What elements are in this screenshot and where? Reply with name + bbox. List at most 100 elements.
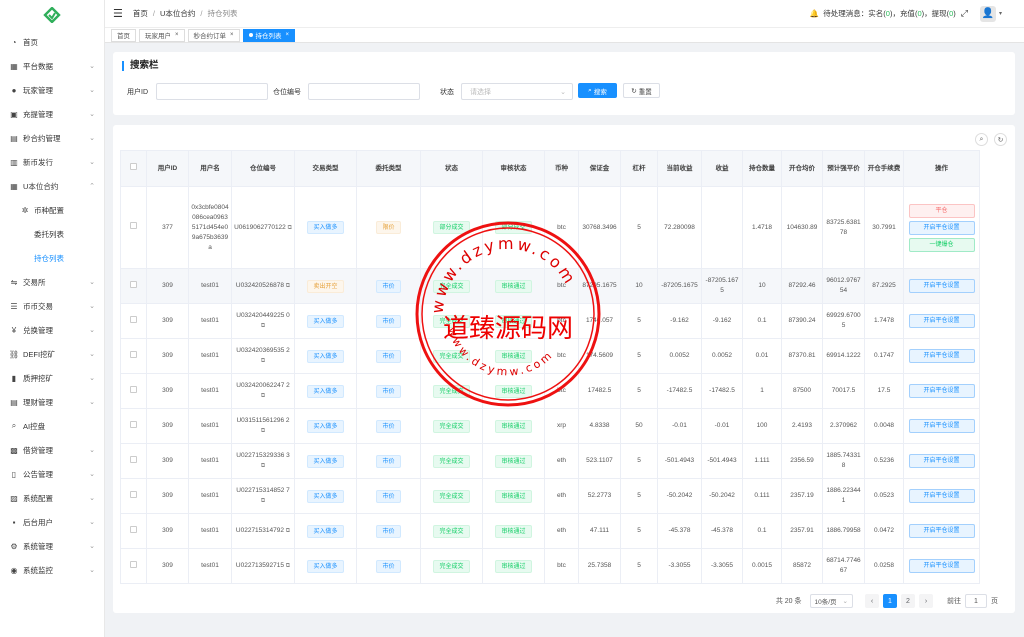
sidebar-item-8[interactable]: 委托列表 — [0, 222, 104, 246]
row-checkbox[interactable] — [130, 490, 137, 498]
action-button-0[interactable]: 开启平仓设置 — [908, 489, 975, 503]
row-checkbox[interactable] — [130, 420, 137, 428]
next-page-button[interactable]: › — [919, 594, 933, 608]
page-1-button[interactable]: 1 — [883, 594, 897, 608]
copy-icon[interactable]: ⧉ — [261, 428, 265, 434]
sidebar-item-1[interactable]: ▦ 平台数据 ⌄ — [0, 54, 104, 78]
prev-page-button[interactable]: ‹ — [865, 594, 879, 608]
action-button-0[interactable]: 开启平仓设置 — [908, 454, 975, 468]
fullscreen-icon[interactable]: ⤢ — [961, 8, 968, 19]
sidebar-item-11[interactable]: ☰ 币币交易 ⌄ — [0, 294, 104, 318]
search-button[interactable]: ⌕ 搜索 — [578, 83, 617, 98]
action-button-0[interactable]: 平仓 — [908, 203, 975, 218]
status-select[interactable]: 请选择 ⌄ — [461, 83, 573, 100]
action-button-0[interactable]: 开启平仓设置 — [908, 279, 975, 293]
position-no-cell: U032420449225 0 ⧉ — [231, 303, 295, 339]
avatar-caret-icon[interactable]: ▾ — [999, 10, 1002, 17]
close-icon[interactable]: × — [286, 32, 290, 38]
row-checkbox[interactable] — [130, 455, 137, 463]
status-tag: 完全成交 — [433, 419, 470, 433]
sidebar-item-0[interactable]: ◔ 首页 — [0, 30, 104, 54]
notify-recharge[interactable]: 充值(0) — [900, 8, 924, 19]
entrust-type-tag: 市价 — [376, 384, 401, 398]
copy-icon[interactable]: ⧉ — [286, 528, 290, 534]
refresh-icon[interactable]: ↻ — [994, 133, 1007, 146]
sidebar-item-9[interactable]: 持仓列表 — [0, 246, 104, 270]
row-checkbox[interactable] — [130, 222, 137, 229]
copy-icon[interactable]: ⧉ — [261, 463, 265, 469]
bell-icon[interactable]: 🔔 — [810, 9, 819, 18]
user-id-input[interactable] — [156, 83, 268, 100]
sidebar-item-3[interactable]: ▣ 充提管理 ⌄ — [0, 102, 104, 126]
sidebar-item-16[interactable]: ⌕ AI控盘 — [0, 414, 104, 438]
row-checkbox[interactable] — [130, 315, 137, 323]
row-checkbox[interactable] — [130, 560, 137, 568]
sidebar-item-19[interactable]: ▨ 系统配置 ⌄ — [0, 486, 104, 510]
action-button-2[interactable]: 一键爆仓 — [908, 237, 975, 252]
notify-real-name[interactable]: 实名(0) — [868, 8, 892, 19]
copy-icon[interactable]: ⧉ — [288, 225, 292, 231]
goto-page-input[interactable]: 1 — [965, 594, 987, 608]
reset-button[interactable]: ↻ 重置 — [623, 83, 660, 98]
sidebar-item-10[interactable]: ⇋ 交易所 ⌄ — [0, 270, 104, 294]
audit-tag: 审核通过 — [495, 489, 532, 503]
action-button-0[interactable]: 开启平仓设置 — [908, 384, 975, 398]
row-checkbox[interactable] — [130, 385, 137, 393]
page-size-select[interactable]: 10条/页 ⌄ — [809, 594, 853, 608]
logo-icon — [43, 7, 61, 23]
status-cell: 完全成交 — [420, 373, 483, 409]
sidebar-item-22[interactable]: ◉ 系统监控 ⌄ — [0, 558, 104, 582]
copy-icon[interactable]: ⧉ — [261, 498, 265, 504]
sidebar-item-21[interactable]: ⚙ 系统管理 ⌄ — [0, 534, 104, 558]
row-checkbox[interactable] — [130, 525, 137, 533]
tab-2[interactable]: 秒合约订单 × — [187, 28, 240, 42]
table-row: 309 test01 U032420449225 0 ⧉ 买入做多 市价 完全成交 审核通过… — [120, 303, 980, 339]
audit-cell: 审核通过 — [482, 338, 545, 374]
notify-label: 待处理消息： — [823, 9, 869, 18]
tab-1[interactable]: 玩家用户 × — [139, 28, 185, 42]
tab-3[interactable]: 持仓列表 × — [242, 28, 296, 42]
row-checkbox[interactable] — [130, 280, 137, 288]
sidebar-item-18[interactable]: ▯ 公告管理 ⌄ — [0, 462, 104, 486]
audit-tag: 审核通过 — [495, 384, 532, 398]
sidebar-item-20[interactable]: ▪ 后台用户 ⌄ — [0, 510, 104, 534]
action-button-1[interactable]: 开启平仓设置 — [908, 220, 975, 235]
sidebar-item-6[interactable]: ▦ U本位合约 ⌃ — [0, 174, 104, 198]
tab-0[interactable]: 首页 — [111, 28, 136, 42]
hamburger-icon[interactable]: ☰ — [113, 7, 123, 20]
sidebar-item-13[interactable]: ⛓ DEFI挖矿 ⌄ — [0, 342, 104, 366]
position-no-input[interactable] — [308, 83, 420, 100]
sidebar-item-17[interactable]: ▩ 借贷管理 ⌄ — [0, 438, 104, 462]
copy-icon[interactable]: ⧉ — [261, 358, 265, 364]
action-button-0[interactable]: 开启平仓设置 — [908, 349, 975, 363]
breadcrumb-current: 持仓列表 — [207, 9, 238, 18]
copy-icon[interactable]: ⧉ — [286, 563, 290, 569]
action-button-0[interactable]: 开启平仓设置 — [908, 559, 975, 573]
breadcrumb-home[interactable]: 首页 — [133, 9, 148, 18]
action-button-0[interactable]: 开启平仓设置 — [908, 419, 975, 433]
sidebar-item-2[interactable]: ● 玩家管理 ⌄ — [0, 78, 104, 102]
notify-withdraw[interactable]: 提现(0) — [932, 8, 956, 19]
sidebar-item-4[interactable]: ▤ 秒合约管理 ⌄ — [0, 126, 104, 150]
sidebar-item-7[interactable]: ✲ 币种配置 — [0, 198, 104, 222]
close-icon[interactable]: × — [230, 32, 234, 38]
search-toggle-icon[interactable]: ⌕ — [975, 133, 988, 146]
page-2-button[interactable]: 2 — [901, 594, 915, 608]
select-all-checkbox[interactable] — [130, 163, 137, 170]
row-checkbox[interactable] — [130, 350, 137, 358]
avatar[interactable]: 👤 — [979, 5, 996, 22]
breadcrumb-section[interactable]: U本位合约 — [160, 9, 195, 18]
copy-icon[interactable]: ⧉ — [261, 323, 265, 329]
sidebar-item-5[interactable]: ▥ 新币发行 ⌄ — [0, 150, 104, 174]
tab-label: 首页 — [117, 33, 130, 40]
sidebar-item-15[interactable]: ▤ 理财管理 ⌄ — [0, 390, 104, 414]
close-icon[interactable]: × — [175, 32, 179, 38]
copy-icon[interactable]: ⧉ — [286, 283, 290, 289]
sidebar-item-14[interactable]: ▮ 质押挖矿 ⌄ — [0, 366, 104, 390]
action-button-0[interactable]: 开启平仓设置 — [908, 314, 975, 328]
copy-icon[interactable]: ⧉ — [261, 393, 265, 399]
sidebar-item-12[interactable]: ¥ 兑换管理 ⌄ — [0, 318, 104, 342]
status-tag: 完全成交 — [433, 279, 470, 293]
action-button-0[interactable]: 开启平仓设置 — [908, 524, 975, 538]
status-cell: 完全成交 — [420, 513, 483, 549]
